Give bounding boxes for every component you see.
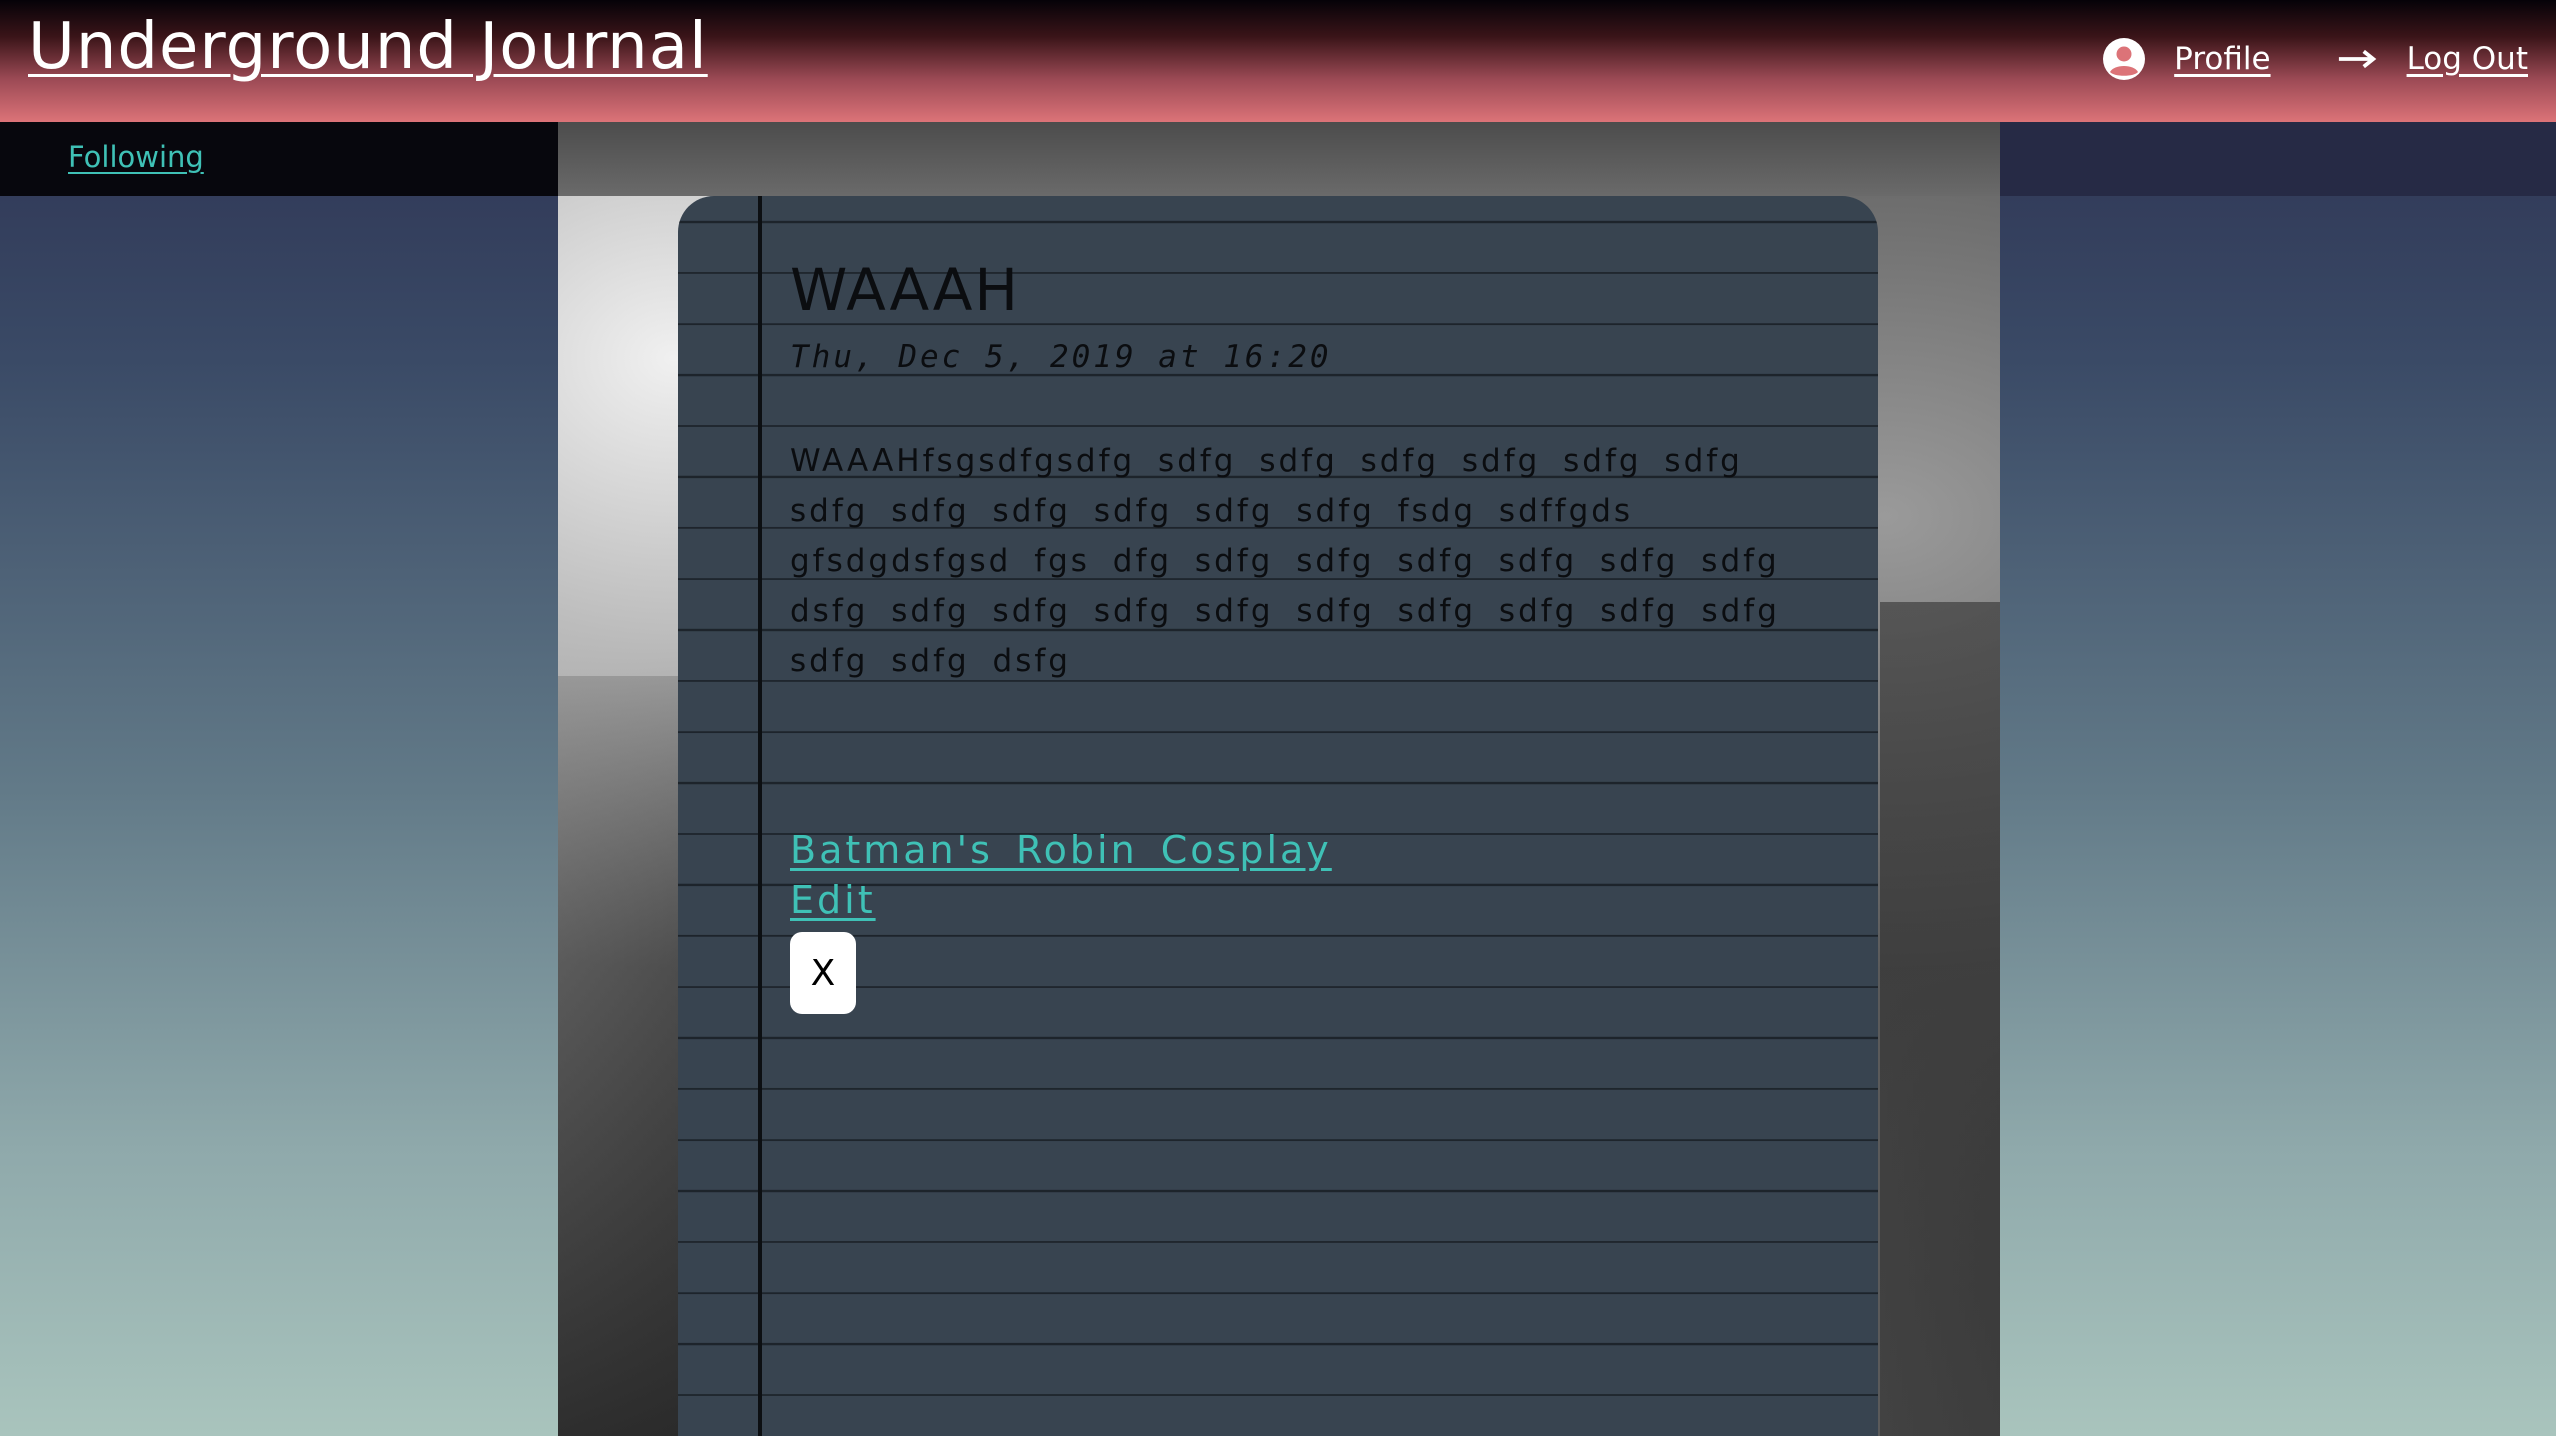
user-circle-icon (2103, 38, 2146, 80)
entry-link[interactable]: Batman's Robin Cosplay (790, 828, 1332, 872)
delete-button[interactable]: X (790, 932, 856, 1014)
subnav-left-panel: Following (0, 122, 558, 196)
top-header: Underground Journal Profile Log Out (0, 0, 2556, 122)
profile-link[interactable]: Profile (2174, 41, 2270, 77)
edit-link[interactable]: Edit (790, 878, 876, 922)
logout-link[interactable]: Log Out (2407, 41, 2528, 77)
entry-date: Thu, Dec 5, 2019 at 16:20 (790, 339, 1332, 375)
entry-title: WAAAH (790, 256, 1021, 324)
journal-entry-card: WAAAH Thu, Dec 5, 2019 at 16:20 WAAAHfsg… (678, 196, 1878, 1436)
ruled-lines (678, 196, 1878, 1436)
margin-line (758, 196, 762, 1436)
header-nav: Profile Log Out (2102, 32, 2528, 86)
following-link[interactable]: Following (68, 140, 204, 174)
arrow-right-icon (2338, 49, 2376, 69)
brand-title[interactable]: Underground Journal (28, 10, 708, 84)
entry-body: WAAAHfsgsdfgsdfg sdfg sdfg sdfg sdfg sdf… (790, 443, 1780, 679)
